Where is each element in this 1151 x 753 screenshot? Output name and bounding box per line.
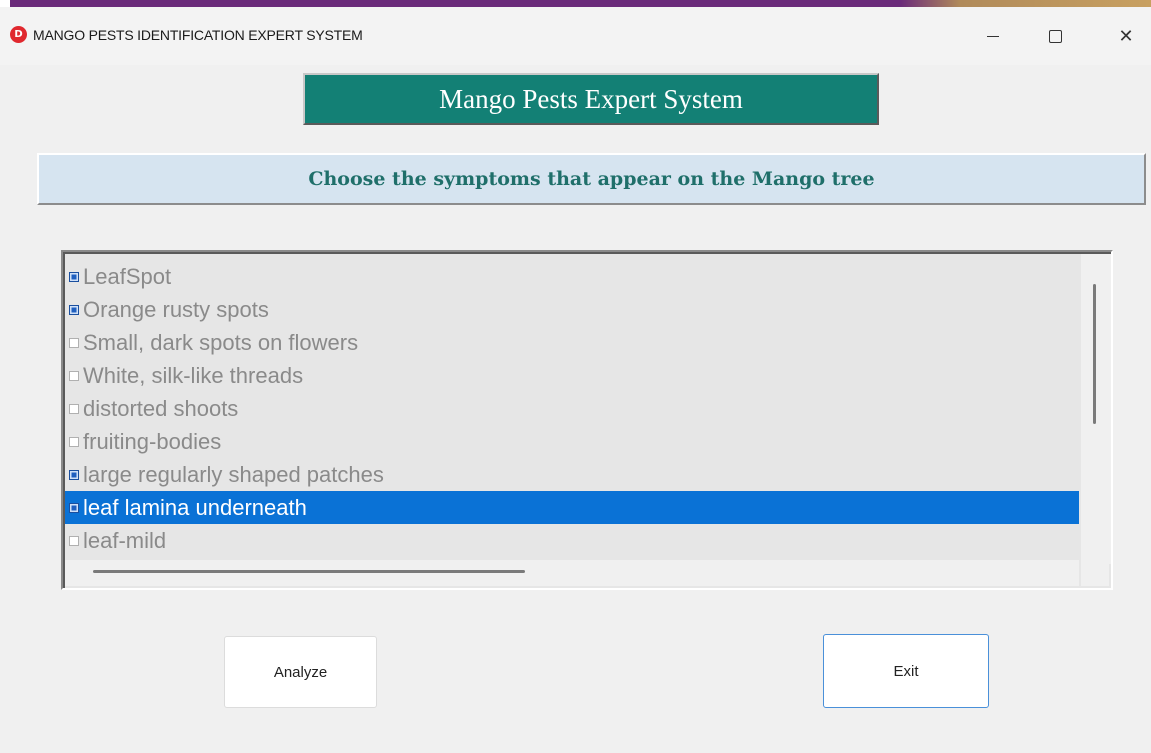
symptom-checkbox[interactable] bbox=[69, 271, 79, 282]
title-bar[interactable]: D MANGO PESTS IDENTIFICATION EXPERT SYST… bbox=[0, 7, 1151, 65]
symptom-label: LeafSpot bbox=[83, 263, 172, 289]
symptom-item[interactable]: fruiting-bodies bbox=[65, 425, 1079, 458]
symptom-checkbox[interactable] bbox=[69, 436, 79, 447]
symptoms-list: LeafSpot Orange rusty spots Small, dark sp… bbox=[65, 260, 1079, 557]
symptom-checkbox[interactable] bbox=[69, 337, 79, 348]
symptom-checkbox[interactable] bbox=[69, 304, 79, 315]
vertical-scroll-thumb[interactable] bbox=[1093, 284, 1096, 424]
symptom-label: fruiting-bodies bbox=[83, 428, 222, 454]
symptom-label: leaf lamina underneath bbox=[83, 494, 307, 520]
maximize-icon bbox=[1048, 29, 1062, 43]
app-icon: D bbox=[10, 26, 27, 43]
vertical-scrollbar[interactable] bbox=[1081, 254, 1111, 564]
symptom-checkbox[interactable] bbox=[69, 535, 79, 546]
instruction-bar: Choose the symptoms that appear on the M… bbox=[37, 153, 1146, 205]
symptom-label: Orange rusty spots bbox=[83, 296, 269, 322]
maximize-button[interactable] bbox=[1032, 14, 1078, 58]
analyze-button[interactable]: Analyze bbox=[224, 636, 377, 708]
symptoms-checklist[interactable]: LeafSpot Orange rusty spots Small, dark sp… bbox=[61, 250, 1113, 590]
symptom-label: large regularly shaped patches bbox=[83, 461, 384, 487]
symptom-label: White, silk-like threads bbox=[83, 362, 304, 388]
header-title: Mango Pests Expert System bbox=[439, 83, 743, 114]
symptom-item[interactable]: leaf-mild bbox=[65, 524, 1079, 557]
symptom-item[interactable]: Small, dark spots on flowers bbox=[65, 326, 1079, 359]
symptom-label: Small, dark spots on flowers bbox=[83, 329, 359, 355]
symptom-label: distorted shoots bbox=[83, 395, 239, 421]
app-header-banner: Mango Pests Expert System bbox=[303, 73, 879, 125]
instruction-text: Choose the symptoms that appear on the M… bbox=[308, 168, 875, 190]
window-title: MANGO PESTS IDENTIFICATION EXPERT SYSTEM bbox=[33, 27, 363, 43]
minimize-icon bbox=[987, 35, 999, 37]
symptom-checkbox[interactable] bbox=[69, 370, 79, 381]
close-icon: ✕ bbox=[1118, 25, 1134, 47]
symptom-checkbox[interactable] bbox=[69, 502, 79, 513]
exit-button[interactable]: Exit bbox=[823, 634, 989, 708]
symptom-item[interactable]: LeafSpot bbox=[65, 260, 1079, 293]
symptom-label: leaf-mild bbox=[83, 527, 167, 553]
horizontal-scrollbar[interactable] bbox=[65, 560, 1079, 586]
symptom-item[interactable]: leaf lamina underneath bbox=[65, 491, 1079, 524]
symptom-item[interactable]: large regularly shaped patches bbox=[65, 458, 1079, 491]
scrollbar-corner bbox=[1081, 562, 1109, 586]
symptom-item[interactable]: Orange rusty spots bbox=[65, 293, 1079, 326]
symptom-item[interactable]: distorted shoots bbox=[65, 392, 1079, 425]
symptom-item[interactable]: White, silk-like threads bbox=[65, 359, 1079, 392]
minimize-button[interactable] bbox=[970, 14, 1016, 58]
close-button[interactable]: ✕ bbox=[1103, 14, 1149, 58]
window-top-accent bbox=[0, 0, 1151, 7]
horizontal-scroll-thumb[interactable] bbox=[93, 570, 525, 573]
symptom-checkbox[interactable] bbox=[69, 403, 79, 414]
symptom-checkbox[interactable] bbox=[69, 469, 79, 480]
